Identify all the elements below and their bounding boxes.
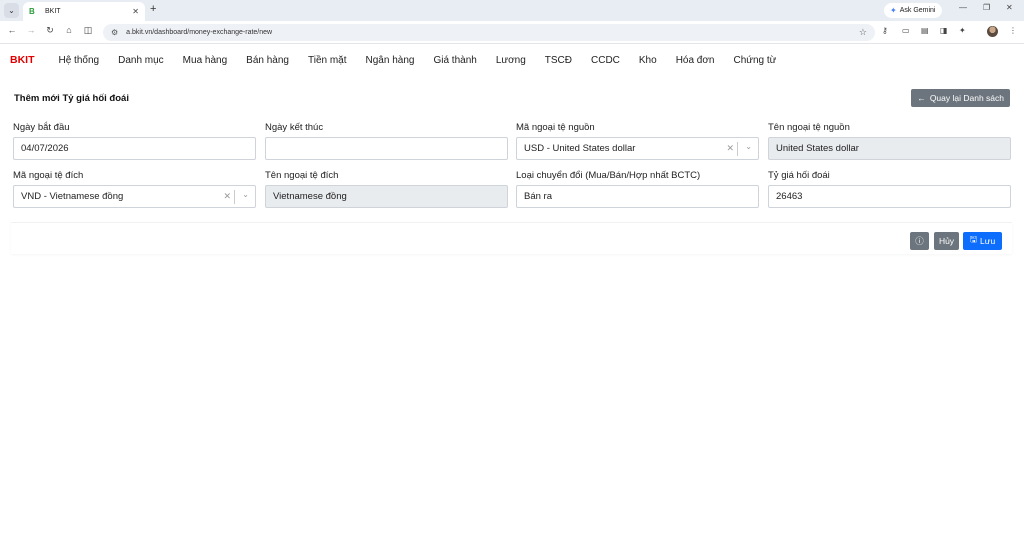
conversion-type-group: Loại chuyển đổi (Mua/Bán/Hợp nhất BCTC) … <box>516 170 759 208</box>
restore-icon[interactable]: ❐ <box>983 3 990 12</box>
browser-tab[interactable]: B BKIT ✕ <box>23 2 145 21</box>
profile-avatar[interactable] <box>987 26 998 37</box>
extensions-icon[interactable]: ✦ <box>959 26 966 35</box>
source-currency-name-group: Tên ngoại tệ nguồn United States dollar <box>768 122 1011 160</box>
select-separator <box>737 142 738 156</box>
source-currency-name-label: Tên ngoại tệ nguồn <box>768 122 850 133</box>
end-date-input[interactable] <box>265 137 508 160</box>
start-date-group: Ngày bắt đầu 04/07/2026 <box>13 122 256 160</box>
tab-search-button[interactable]: ⌄ <box>4 3 19 18</box>
back-icon[interactable]: ← <box>5 25 19 35</box>
info-button[interactable]: ⓘ <box>910 232 929 250</box>
home-icon[interactable]: ⌂ <box>62 25 76 35</box>
bookmark-star-icon[interactable]: ☆ <box>859 27 867 38</box>
nav-ngan-hang[interactable]: Ngân hàng <box>366 55 415 66</box>
target-currency-name-label: Tên ngoại tệ đích <box>265 170 339 181</box>
url-text: a.bkit.vn/dashboard/money-exchange-rate/… <box>126 29 273 36</box>
target-currency-code-select[interactable]: VND - Vietnamese đồng ✕ ⌄ <box>13 185 256 208</box>
exchange-rate-input[interactable]: 26463 <box>768 185 1011 208</box>
nav-gia-thanh[interactable]: Giá thành <box>433 55 476 66</box>
save-button[interactable]: 🖫 Lưu <box>963 232 1002 250</box>
source-currency-code-select[interactable]: USD - United States dollar ✕ ⌄ <box>516 137 759 160</box>
cancel-button[interactable]: Hủy <box>934 232 959 250</box>
ask-gemini-button[interactable]: ✦ Ask Gemini <box>884 3 942 18</box>
password-key-icon[interactable]: ⚷ <box>882 26 888 35</box>
conversion-type-input[interactable]: Bán ra <box>516 185 759 208</box>
end-date-label: Ngày kết thúc <box>265 122 324 133</box>
address-bar[interactable]: ⚙ a.bkit.vn/dashboard/money-exchange-rat… <box>103 24 875 41</box>
info-icon: ⓘ <box>915 236 924 246</box>
end-date-group: Ngày kết thúc <box>265 122 508 160</box>
save-icon: 🖫 <box>969 234 978 244</box>
start-date-label: Ngày bắt đầu <box>13 122 70 133</box>
page-header: Thêm mới Tỷ giá hối đoái ← Quay lại Danh… <box>14 88 1010 108</box>
nav-hoa-don[interactable]: Hóa đơn <box>676 55 715 66</box>
gemini-icon: ✦ <box>890 6 897 15</box>
conversion-type-label: Loại chuyển đổi (Mua/Bán/Hợp nhất BCTC) <box>516 170 701 181</box>
source-currency-name-field: United States dollar <box>768 137 1011 160</box>
nav-danh-muc[interactable]: Danh mục <box>118 55 164 66</box>
side-panel-icon[interactable]: ◫ <box>81 25 95 36</box>
nav-tien-mat[interactable]: Tiền mặt <box>308 55 347 66</box>
main-navbar: BKIT Hệ thống Danh mục Mua hàng Bán hàng… <box>0 44 1024 76</box>
source-currency-code-label: Mã ngoại tệ nguồn <box>516 122 595 133</box>
clear-icon[interactable]: ✕ <box>223 191 231 202</box>
chevron-down-icon[interactable]: ⌄ <box>242 190 249 199</box>
back-to-list-button[interactable]: ← Quay lại Danh sách <box>911 89 1010 107</box>
select-separator <box>234 190 235 204</box>
start-date-input[interactable]: 04/07/2026 <box>13 137 256 160</box>
source-currency-code-value: USD - United States dollar <box>524 143 636 154</box>
target-currency-code-value: VND - Vietnamese đồng <box>21 191 124 202</box>
nav-luong[interactable]: Lương <box>496 55 526 66</box>
new-tab-icon[interactable]: + <box>150 3 156 15</box>
site-info-icon[interactable]: ⚙ <box>111 28 118 37</box>
brand-logo[interactable]: BKIT <box>10 54 35 66</box>
nav-mua-hang[interactable]: Mua hàng <box>183 55 227 66</box>
tab-favicon: B <box>29 6 35 16</box>
target-currency-name-field: Vietnamese đồng <box>265 185 508 208</box>
nav-he-thong[interactable]: Hệ thống <box>59 55 100 66</box>
browser-toolbar: ← → ↻ ⌂ ◫ ⚙ a.bkit.vn/dashboard/money-ex… <box>0 21 1024 44</box>
exchange-rate-label: Tỷ giá hối đoái <box>768 170 830 181</box>
card-icon[interactable]: ▭ <box>902 26 910 35</box>
arrow-left-icon: ← <box>917 93 926 103</box>
clear-icon[interactable]: ✕ <box>726 143 734 154</box>
tab-title: BKIT <box>45 8 61 15</box>
nav-ccdc[interactable]: CCDC <box>591 55 620 66</box>
close-window-icon[interactable]: ✕ <box>1006 3 1013 12</box>
save-label: Lưu <box>980 236 996 246</box>
browser-menu-icon[interactable]: ⋮ <box>1009 26 1017 35</box>
back-to-list-label: Quay lại Danh sách <box>929 93 1004 103</box>
nav-kho[interactable]: Kho <box>639 55 657 66</box>
reload-icon[interactable]: ↻ <box>43 25 57 36</box>
page-title: Thêm mới Tỷ giá hối đoái <box>14 93 129 104</box>
nav-ban-hang[interactable]: Bán hàng <box>246 55 289 66</box>
exchange-rate-group: Tỷ giá hối đoái 26463 <box>768 170 1011 208</box>
nav-tscd[interactable]: TSCĐ <box>545 55 572 66</box>
gemini-label: Ask Gemini <box>899 7 936 14</box>
target-currency-code-group: Mã ngoại tệ đích VND - Vietnamese đồng ✕… <box>13 170 256 208</box>
source-currency-code-group: Mã ngoại tệ nguồn USD - United States do… <box>516 122 759 160</box>
reading-mode-icon[interactable]: ▤ <box>921 26 929 35</box>
minimize-icon[interactable]: — <box>959 3 967 12</box>
action-panel <box>11 222 1012 254</box>
forward-icon[interactable]: → <box>24 25 38 35</box>
browser-tabstrip: ⌄ B BKIT ✕ + ✦ Ask Gemini — ❐ ✕ <box>0 0 1024 21</box>
tab-groups-icon[interactable]: ◨ <box>940 26 948 35</box>
tab-close-icon[interactable]: ✕ <box>132 7 139 16</box>
nav-chung-tu[interactable]: Chứng từ <box>734 55 777 66</box>
chevron-down-icon[interactable]: ⌄ <box>745 142 752 151</box>
target-currency-code-label: Mã ngoại tệ đích <box>13 170 84 181</box>
target-currency-name-group: Tên ngoại tệ đích Vietnamese đồng <box>265 170 508 208</box>
